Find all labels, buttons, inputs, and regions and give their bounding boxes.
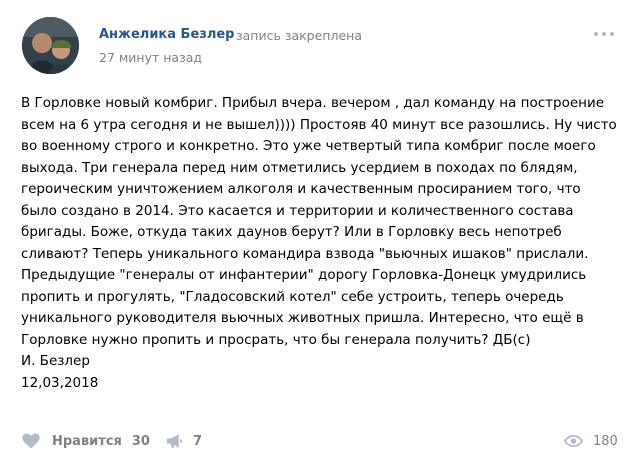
post-text-line: было создано в 2014. Это касается и терр… (21, 202, 574, 219)
more-dots-icon[interactable] (594, 29, 614, 39)
post-text-line: бригады. Боже, откуда таких даунов берут… (21, 224, 562, 240)
post-date: 12,03,2018 (21, 374, 99, 391)
dot (594, 32, 598, 36)
share-count: 7 (193, 433, 203, 449)
post-time[interactable]: 27 минут назад (99, 50, 202, 65)
post-text-line: пропить и прогулять, "Гладосовский котел… (21, 288, 564, 305)
post-text-line: Горловке нужно пропить и просрать, что б… (21, 331, 531, 348)
author-name[interactable]: Анжелика Безлер (99, 27, 234, 42)
like-label: Нравится (52, 433, 122, 449)
dot (602, 32, 606, 36)
dot (610, 32, 614, 36)
views-counter: 180 (564, 431, 618, 451)
avatar[interactable] (22, 17, 79, 74)
post-text-line: выхода. Три генерала перед ним отметилис… (21, 159, 578, 176)
post-text: В Горловке новый комбриг. Прибыл вчера. … (21, 93, 621, 394)
share-button[interactable]: 7 (166, 431, 202, 451)
post-text-line: героическим уничтожением алкоголя и каче… (21, 181, 581, 197)
post-text-line: во военному строго и конкретно. Это уже … (21, 138, 596, 154)
post-text-line: В Горловке новый комбриг. Прибыл вчера. … (21, 95, 605, 111)
post-text-line: сливают? Теперь уникального командира вз… (21, 245, 589, 262)
post-action-text: запись закреплена (236, 28, 362, 43)
megaphone-icon (166, 434, 183, 448)
eye-icon (564, 435, 583, 447)
post-text-line: всем на 6 утра сегодня и не вышел)))) Пр… (21, 116, 617, 133)
like-button[interactable]: Нравится 30 (22, 431, 150, 451)
heart-icon (22, 433, 40, 449)
post-text-line: Предыдущие "генералы от инфантерии" доро… (21, 267, 587, 283)
avatar-photo (22, 17, 79, 74)
post-text-line: уникального руководителя вьючных животны… (21, 310, 584, 326)
like-count: 30 (131, 433, 150, 449)
views-count: 180 (593, 433, 618, 449)
wall-post: Анжелика Безлер запись закреплена 27 мин… (0, 0, 640, 473)
post-signature: И. Безлер (21, 353, 90, 369)
